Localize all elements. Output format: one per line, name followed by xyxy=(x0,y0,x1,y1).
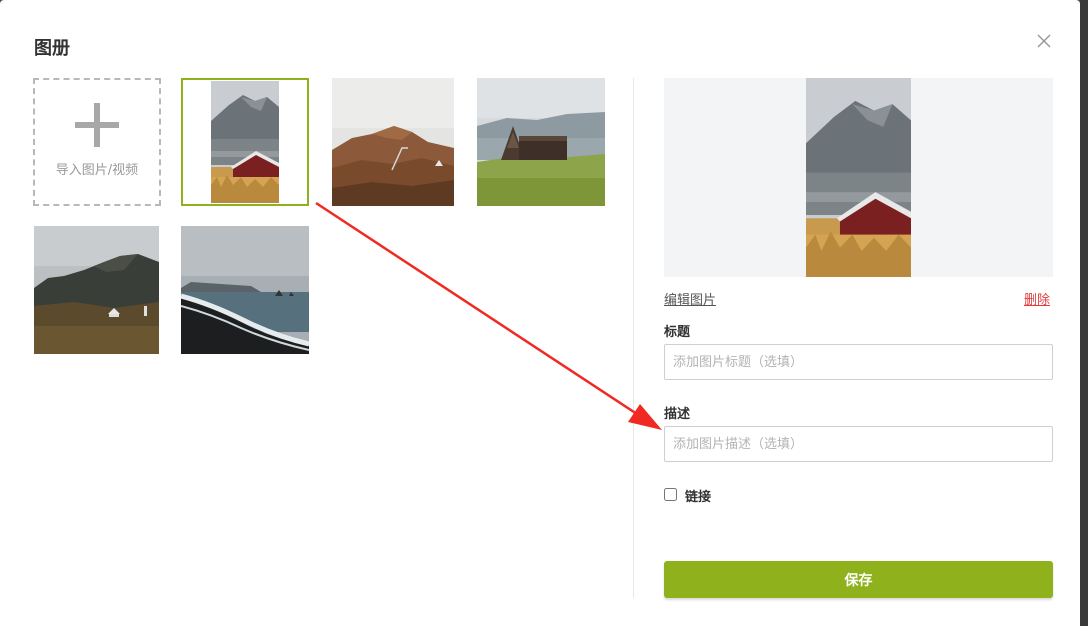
save-button[interactable]: 保存 xyxy=(664,561,1053,598)
title-input[interactable] xyxy=(664,344,1053,380)
gallery-thumb-hills-cabin[interactable] xyxy=(332,78,454,206)
link-label: 链接 xyxy=(685,490,712,505)
plus-icon xyxy=(75,102,119,147)
title-label: 标题 xyxy=(664,325,691,340)
link-checkbox[interactable] xyxy=(664,488,677,501)
upload-media-button[interactable]: 导入图片/视频 xyxy=(33,78,161,206)
gallery-thumb-a-frame-hut[interactable] xyxy=(477,78,605,206)
description-label: 描述 xyxy=(664,407,691,422)
modal-backdrop xyxy=(1080,0,1088,626)
gallery-thumb-mountain-red-cabin[interactable] xyxy=(181,78,309,206)
gallery-thumb-black-sand-beach[interactable] xyxy=(181,226,309,354)
image-preview xyxy=(664,78,1053,277)
upload-label: 导入图片/视频 xyxy=(55,162,139,178)
cliff-coast-houses-image xyxy=(34,226,159,354)
hills-cabin-image xyxy=(332,78,454,206)
mountain-red-cabin-image xyxy=(211,81,279,203)
panel-divider xyxy=(633,78,634,598)
description-input[interactable] xyxy=(664,426,1053,462)
close-button[interactable] xyxy=(1034,31,1054,51)
gallery-thumb-cliff-coast-houses[interactable] xyxy=(34,226,159,354)
preview-mountain-red-cabin-image xyxy=(806,78,911,277)
dialog-title: 图册 xyxy=(34,38,70,59)
edit-image-link[interactable]: 编辑图片 xyxy=(664,289,716,308)
close-icon xyxy=(1037,34,1051,48)
black-sand-beach-image xyxy=(181,226,309,354)
delete-link[interactable]: 删除 xyxy=(1024,289,1050,308)
gallery-dialog: 图册 导入图片/视频 编辑图片 删除 标题 添加图片标题（选填） 描述 添加图片… xyxy=(0,0,1080,626)
a-frame-hut-image xyxy=(477,78,605,206)
